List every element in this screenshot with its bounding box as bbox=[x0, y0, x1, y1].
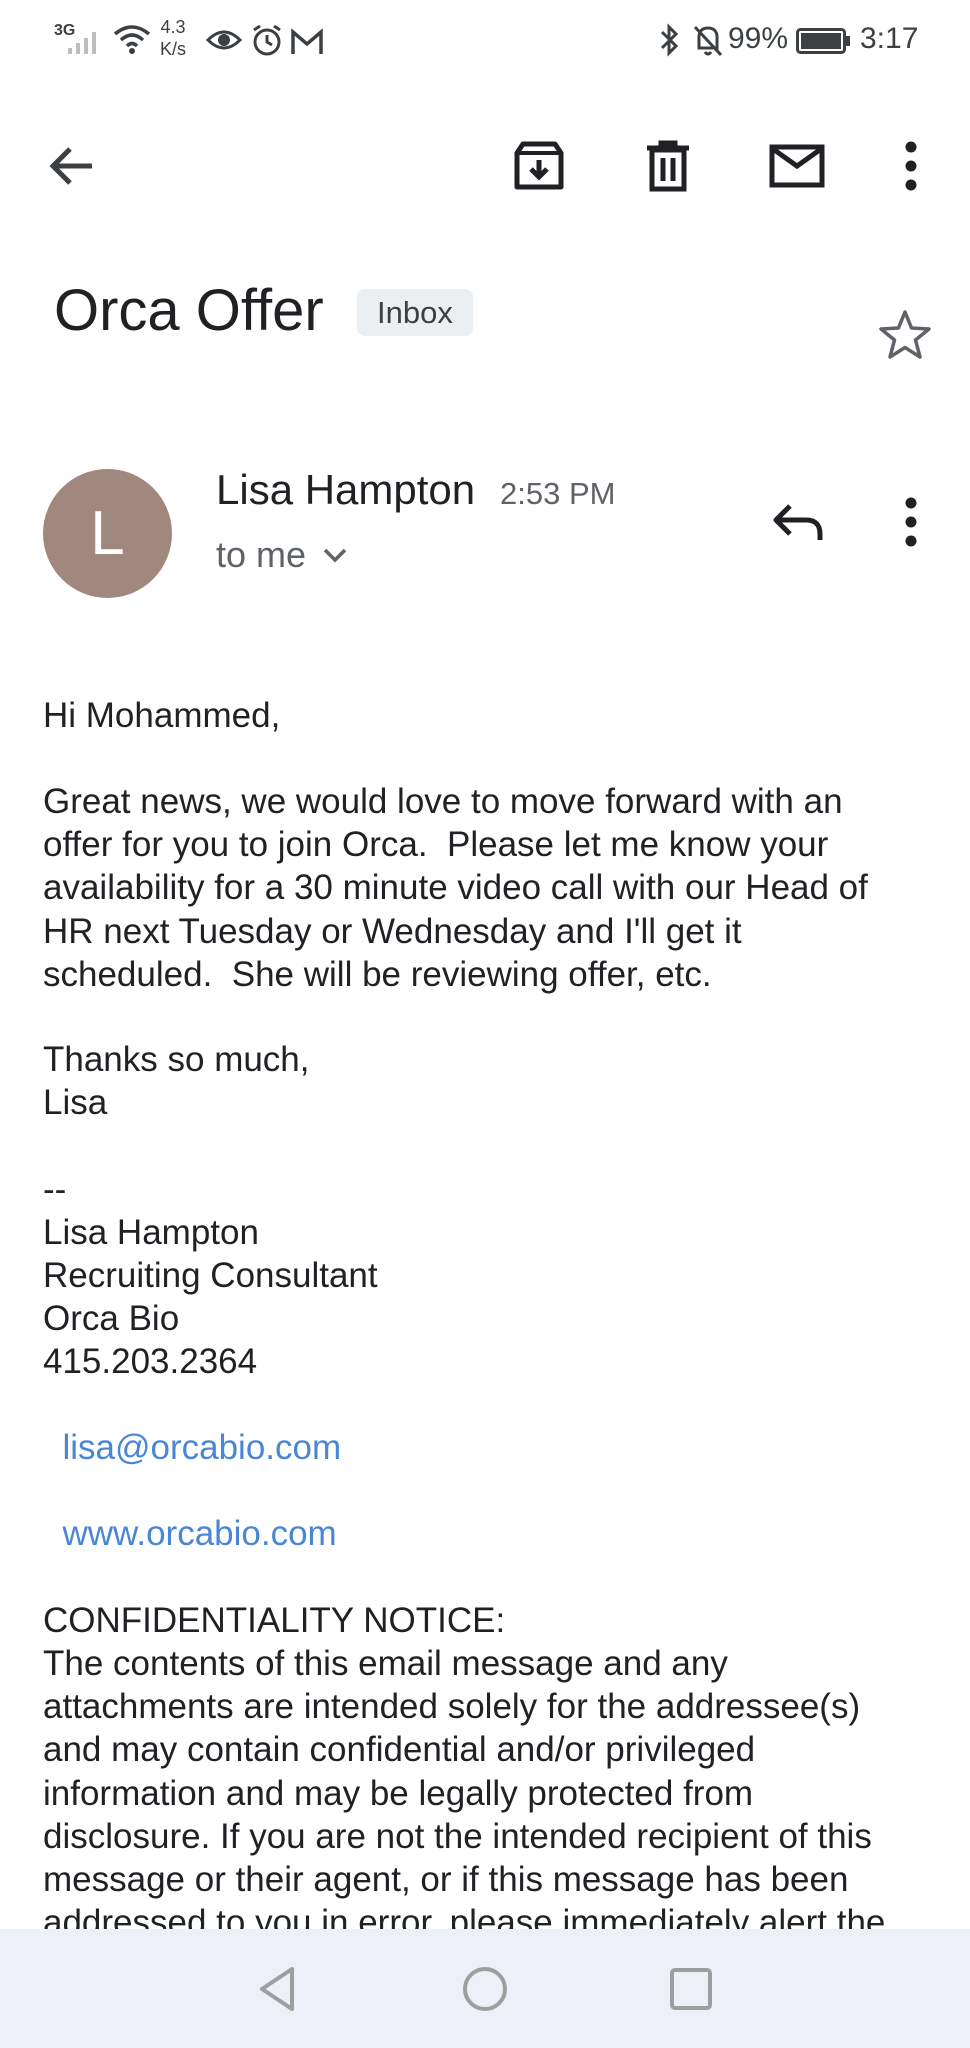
wifi-icon bbox=[113, 25, 151, 54]
mark-unread-button[interactable] bbox=[761, 130, 833, 202]
status-bar: 3G 4.3 K/s 99% 3:17 bbox=[0, 0, 970, 84]
sender-name: Lisa Hampton bbox=[216, 466, 476, 513]
star-icon bbox=[879, 310, 931, 359]
alarm-icon bbox=[253, 24, 281, 56]
signature-email-link[interactable]: lisa@orcabio.com bbox=[62, 1428, 341, 1467]
system-nav-bar bbox=[0, 1929, 970, 2048]
inbox-label-chip[interactable]: Inbox bbox=[357, 289, 473, 336]
archive-icon bbox=[514, 141, 564, 190]
recipient-label: to me bbox=[216, 534, 307, 575]
triangle-back-icon bbox=[260, 1967, 294, 2011]
nav-back-button[interactable] bbox=[241, 1953, 313, 2025]
sender-avatar[interactable]: L bbox=[43, 469, 172, 598]
mail-icon bbox=[769, 144, 825, 188]
speed-unit: K/s bbox=[160, 39, 187, 59]
email-time: 2:53 PM bbox=[500, 476, 616, 511]
gmail-icon bbox=[291, 28, 323, 54]
clock: 3:17 bbox=[860, 22, 919, 55]
email-subject: Orca Offer bbox=[54, 278, 324, 343]
email-signoff: Thanks so much, Lisa bbox=[43, 1040, 310, 1123]
signature-website-row: www.orcabio.com bbox=[43, 1469, 943, 1555]
delete-button[interactable] bbox=[632, 130, 704, 202]
signature-website-link[interactable]: www.orcabio.com bbox=[62, 1514, 336, 1553]
circle-home-icon bbox=[463, 1967, 507, 2011]
signature-name: Lisa Hampton bbox=[43, 1213, 259, 1252]
reply-button[interactable] bbox=[762, 486, 834, 558]
star-button[interactable] bbox=[869, 299, 941, 371]
signature-company: Orca Bio bbox=[43, 1299, 180, 1338]
trash-icon bbox=[647, 140, 689, 192]
archive-button[interactable] bbox=[503, 130, 575, 202]
battery-icon bbox=[796, 28, 850, 54]
chevron-down-icon bbox=[323, 548, 347, 563]
avatar-initial: L bbox=[90, 499, 125, 568]
signal-icon bbox=[68, 32, 96, 54]
back-button[interactable] bbox=[36, 130, 108, 202]
notice-heading: CONFIDENTIALITY NOTICE: bbox=[43, 1601, 506, 1640]
nav-home-button[interactable] bbox=[449, 1953, 521, 2025]
mute-bell-icon bbox=[693, 25, 723, 57]
signature-email-row: lisa@orcabio.com bbox=[43, 1383, 943, 1469]
bluetooth-icon bbox=[660, 23, 679, 57]
eye-icon bbox=[206, 30, 242, 50]
arrow-left-icon bbox=[49, 147, 92, 185]
more-vertical-icon bbox=[905, 497, 917, 547]
notice-text: The contents of this email message and a… bbox=[43, 1644, 886, 1943]
reply-icon bbox=[773, 504, 823, 540]
square-recents-icon bbox=[670, 1968, 712, 2010]
email-paragraph: Great news, we would love to move forwar… bbox=[43, 782, 868, 994]
network-speed: 4.3 K/s bbox=[160, 16, 186, 60]
more-vertical-icon bbox=[905, 141, 917, 191]
message-more-button[interactable] bbox=[875, 486, 947, 558]
signature-separator: -- bbox=[43, 1170, 67, 1209]
signature-phone[interactable]: 415.203.2364 bbox=[43, 1340, 943, 1383]
speed-value: 4.3 bbox=[160, 17, 186, 37]
battery-percent: 99% bbox=[728, 22, 789, 55]
email-greeting: Hi Mohammed, bbox=[43, 696, 281, 735]
signature-title: Recruiting Consultant bbox=[43, 1256, 378, 1295]
more-options-button[interactable] bbox=[875, 130, 947, 202]
nav-recents-button[interactable] bbox=[655, 1953, 727, 2025]
recipient-details-toggle[interactable]: to me bbox=[216, 534, 348, 576]
